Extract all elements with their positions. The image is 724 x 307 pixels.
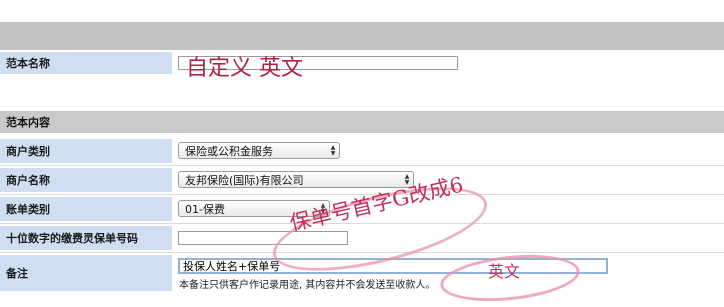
merchant-name-value: 友邦保险(国际)有限公司	[185, 173, 304, 187]
policy-number-label: 十位数字的缴费灵保单号码	[0, 226, 172, 250]
merchant-category-value: 保险或公积金服务	[185, 144, 273, 158]
template-name-annotation: 自定义 英文	[186, 56, 303, 81]
select-arrows-icon: ▲ ▼	[330, 143, 336, 157]
merchant-category-label: 商户类别	[0, 139, 172, 163]
remarks-label: 备注	[0, 255, 172, 291]
row-divider	[0, 165, 724, 166]
bill-category-label: 账单类别	[0, 197, 172, 221]
section-heading: 范本内容	[0, 111, 724, 133]
remarks-annotation: 英文	[488, 262, 521, 281]
header-band	[0, 22, 724, 50]
merchant-name-select[interactable]: 友邦保险(国际)有限公司 ▲ ▼	[178, 171, 414, 188]
template-name-label: 范本名称	[0, 52, 172, 74]
merchant-category-select[interactable]: 保险或公积金服务 ▲ ▼	[178, 142, 340, 159]
merchant-name-label: 商户名称	[0, 168, 172, 192]
bill-category-value: 01-保费	[185, 202, 225, 216]
remarks-hint: 本备注只供客户作记录用途, 其内容并不会发送至收款人。	[179, 280, 436, 291]
